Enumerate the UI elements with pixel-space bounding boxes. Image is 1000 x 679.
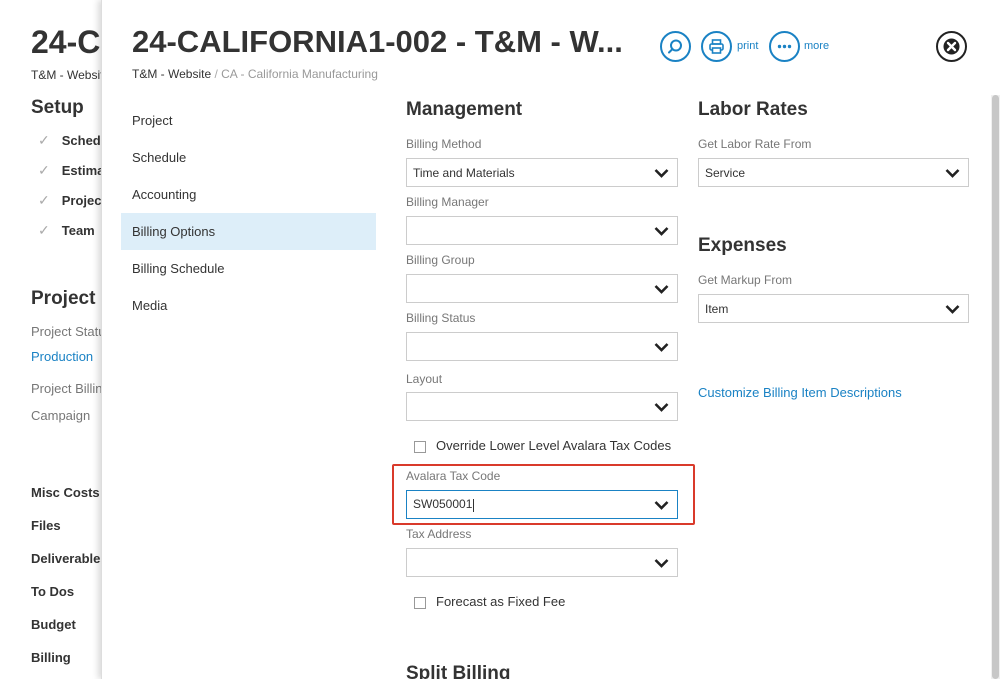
print-label[interactable]: print: [737, 40, 758, 52]
scrollbar-thumb[interactable]: [992, 95, 999, 679]
more-dots-icon: [777, 44, 792, 49]
billing-manager-label: Billing Manager: [406, 195, 489, 209]
check-icon: ✓: [38, 162, 50, 178]
override-avalara-label: Override Lower Level Avalara Tax Codes: [436, 438, 672, 453]
background-link-billing[interactable]: Billing: [31, 650, 71, 665]
override-avalara-checkbox-row[interactable]: Override Lower Level Avalara Tax Codes: [414, 438, 671, 453]
check-icon: ✓: [38, 222, 50, 238]
avalara-tax-code-value: SW050001: [413, 497, 473, 512]
billing-status-select[interactable]: [406, 332, 678, 361]
more-button[interactable]: [769, 31, 800, 62]
breadcrumb: T&M - Website / CA - California Manufact…: [132, 67, 378, 81]
background-campaign-label: Campaign: [31, 408, 91, 423]
background-project-status-value[interactable]: Production: [31, 349, 93, 364]
split-billing-heading: Split Billing: [406, 663, 511, 679]
background-setup-heading: Setup: [31, 97, 84, 118]
background-link-misc-costs[interactable]: Misc Costs: [31, 485, 100, 500]
nav-item-billing-schedule[interactable]: Billing Schedule: [121, 250, 376, 287]
nav-item-accounting[interactable]: Accounting: [121, 176, 376, 213]
chevron-down-icon: [654, 343, 669, 352]
background-link-deliverables[interactable]: Deliverables: [31, 551, 108, 566]
chevron-down-icon: [945, 305, 960, 314]
text-cursor: [473, 498, 475, 512]
labor-rate-from-value: Service: [705, 165, 746, 180]
search-icon: [668, 39, 682, 54]
nav-item-label: Billing Schedule: [132, 261, 225, 276]
billing-group-select[interactable]: [406, 274, 678, 303]
background-project-status-label: Project Status: [31, 324, 112, 339]
nav-item-project[interactable]: Project: [121, 102, 376, 139]
labor-rate-from-select[interactable]: Service: [698, 158, 969, 187]
billing-manager-select[interactable]: [406, 216, 678, 245]
override-avalara-checkbox[interactable]: [414, 440, 426, 453]
chevron-down-icon: [654, 501, 669, 510]
background-project-billing-label: Project Billing: [31, 381, 110, 396]
more-label[interactable]: more: [804, 40, 829, 52]
billing-method-select[interactable]: Time and Materials: [406, 158, 678, 187]
nav-item-billing-options[interactable]: Billing Options: [121, 213, 376, 250]
background-link-todos[interactable]: To Dos: [31, 584, 74, 599]
billing-method-value: Time and Materials: [413, 165, 515, 180]
chevron-down-icon: [654, 227, 669, 236]
search-button[interactable]: [660, 31, 691, 62]
markup-from-value: Item: [705, 301, 729, 316]
background-link-budget[interactable]: Budget: [31, 617, 76, 632]
customize-billing-item-descriptions-link[interactable]: Customize Billing Item Descriptions: [698, 385, 902, 400]
labor-rate-from-label: Get Labor Rate From: [698, 137, 812, 151]
print-button[interactable]: [701, 31, 732, 62]
close-button[interactable]: [936, 31, 967, 62]
chevron-down-icon: [654, 559, 669, 568]
chevron-down-icon: [945, 169, 960, 178]
breadcrumb-separator: /: [211, 67, 222, 81]
forecast-fixed-fee-checkbox-row[interactable]: Forecast as Fixed Fee: [414, 594, 565, 609]
labor-rates-heading: Labor Rates: [698, 99, 808, 120]
layout-label: Layout: [406, 372, 443, 386]
modal-title: 24-CALIFORNIA1-002 - T&M - W...: [132, 24, 623, 59]
markup-from-label: Get Markup From: [698, 273, 793, 287]
vertical-scrollbar[interactable]: [991, 95, 1000, 679]
forecast-fixed-fee-checkbox[interactable]: [414, 596, 426, 609]
markup-from-select[interactable]: Item: [698, 294, 969, 323]
close-icon: [943, 38, 960, 55]
forecast-fixed-fee-label: Forecast as Fixed Fee: [436, 594, 566, 609]
billing-group-label: Billing Group: [406, 253, 475, 267]
check-icon: ✓: [38, 192, 50, 208]
nav-item-label: Project: [132, 113, 173, 128]
nav-item-schedule[interactable]: Schedule: [121, 139, 376, 176]
avalara-tax-code-label: Avalara Tax Code: [406, 469, 501, 483]
background-setup-item[interactable]: ✓ Project: [38, 192, 106, 209]
tax-address-label: Tax Address: [406, 527, 472, 541]
nav-item-label: Accounting: [132, 187, 197, 202]
nav-item-label: Schedule: [132, 150, 187, 165]
billing-status-label: Billing Status: [406, 311, 476, 325]
billing-method-label: Billing Method: [406, 137, 482, 151]
avalara-tax-code-input[interactable]: SW050001: [406, 490, 678, 519]
project-settings-modal: 24-CALIFORNIA1-002 - T&M - W... T&M - We…: [101, 0, 1000, 679]
nav-item-media[interactable]: Media: [121, 287, 376, 324]
chevron-down-icon: [654, 169, 669, 178]
printer-icon: [709, 39, 724, 54]
nav-item-label: Media: [132, 298, 168, 313]
breadcrumb-parent[interactable]: CA - California Manufacturing: [221, 67, 378, 81]
chevron-down-icon: [654, 285, 669, 294]
tax-address-select[interactable]: [406, 548, 678, 577]
check-icon: ✓: [38, 132, 50, 148]
layout-select[interactable]: [406, 392, 678, 421]
background-link-files[interactable]: Files: [31, 518, 61, 533]
background-setup-item[interactable]: ✓ Team: [38, 222, 95, 239]
chevron-down-icon: [654, 403, 669, 412]
expenses-heading: Expenses: [698, 235, 787, 256]
nav-item-label: Billing Options: [132, 224, 216, 239]
background-project-subtitle: T&M - Website: [31, 68, 111, 82]
breadcrumb-current[interactable]: T&M - Website: [132, 67, 211, 81]
management-heading: Management: [406, 99, 523, 120]
